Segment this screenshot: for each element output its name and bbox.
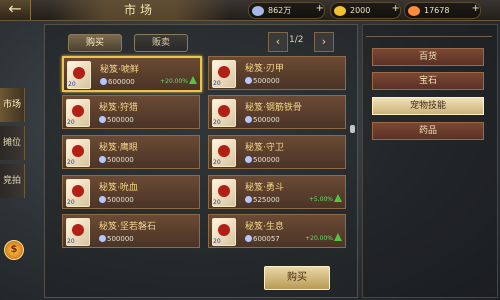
gold-coin-icon — [334, 5, 346, 16]
item-price-change: +5.00% — [308, 196, 333, 203]
item-card[interactable]: 20 秘笈·坚若磐石 500000 — [62, 214, 200, 248]
item-price: 500000 — [107, 235, 134, 243]
tab-buy[interactable]: 购买 — [68, 34, 122, 52]
item-name: 秘笈·守卫 — [245, 143, 284, 153]
gold-amount: 2000 — [350, 6, 371, 15]
item-price: 500000 — [107, 196, 134, 204]
skill-book-icon: 20 — [66, 218, 90, 246]
item-price: 500000 — [253, 116, 280, 124]
side-tab-stall[interactable]: 摊位 — [0, 126, 25, 160]
ingot-currency: 17678 + — [404, 2, 481, 19]
side-tab-market[interactable]: 市场 — [0, 88, 25, 122]
silver-coin-icon — [252, 5, 264, 16]
item-price: 525000 — [253, 196, 280, 204]
item-name: 秘笈·钢筋铁骨 — [245, 103, 302, 113]
silver-coin-icon — [99, 196, 106, 203]
skill-book-icon: 20 — [66, 179, 90, 207]
ingot-icon — [408, 5, 420, 16]
item-name: 秘笈·坚若磐石 — [99, 222, 156, 232]
silver-coin-icon — [245, 77, 252, 84]
silver-coin-icon — [99, 116, 106, 123]
item-card[interactable]: 20 秘笈·狩猎 500000 — [62, 95, 200, 129]
item-card[interactable]: 20 秘笈·生息 600057 +20.00% — [208, 214, 346, 248]
skill-book-icon: 20 — [212, 218, 236, 246]
item-name: 秘笈·鹰眼 — [99, 143, 138, 153]
side-tab-bar: 市场 摊位 竞拍 — [0, 88, 25, 202]
category-general-goods[interactable]: 百货 — [372, 48, 484, 66]
silver-coin-icon — [245, 235, 252, 242]
page-title: 市场 — [50, 0, 230, 20]
skill-book-icon: 20 — [212, 179, 236, 207]
item-card[interactable]: 20 秘笈·鹰眼 500000 — [62, 135, 200, 169]
skill-book-icon: 20 — [212, 99, 236, 127]
side-tab-auction[interactable]: 竞拍 — [0, 164, 25, 198]
back-arrow-icon[interactable]: ← — [0, 0, 31, 20]
item-name: 秘笈·生息 — [245, 222, 284, 232]
item-price-change: +20.00% — [305, 235, 333, 242]
item-card[interactable]: 20 秘笈·吮血 500000 — [62, 175, 200, 209]
item-card[interactable]: 20 秘笈·刃甲 500000 — [208, 56, 346, 90]
skill-book-icon: 20 — [66, 139, 90, 167]
category-panel-header — [366, 26, 492, 37]
item-price: 500000 — [107, 156, 134, 164]
silver-coin-icon — [99, 156, 106, 163]
item-name: 秘笈·唬鲜 — [100, 65, 139, 75]
item-card[interactable]: 20 秘笈·钢筋铁骨 500000 — [208, 95, 346, 129]
page-indicator: 1/2 — [289, 35, 304, 45]
item-card[interactable]: 20 秘笈·守卫 500000 — [208, 135, 346, 169]
category-gems[interactable]: 宝石 — [372, 72, 484, 90]
skill-book-icon: 20 — [66, 99, 90, 127]
item-name: 秘笈·勇斗 — [245, 183, 284, 193]
silver-coin-icon — [245, 156, 252, 163]
up-arrow-icon — [189, 76, 197, 84]
ingot-amount: 17678 — [424, 6, 450, 15]
item-name: 秘笈·狩猎 — [99, 103, 138, 113]
silver-amount: 862万 — [268, 6, 292, 15]
item-name: 秘笈·吮血 — [99, 183, 138, 193]
prev-page-button[interactable]: ‹ — [268, 32, 288, 52]
item-price-change: +20.00% — [160, 78, 188, 85]
category-pet-skills[interactable]: 宠物技能 — [372, 97, 484, 115]
silver-coin-icon — [245, 196, 252, 203]
category-medicine[interactable]: 药品 — [372, 122, 484, 140]
silver-coin-icon — [100, 78, 107, 85]
up-arrow-icon — [334, 194, 342, 202]
gold-currency: 2000 + — [330, 2, 401, 19]
next-page-button[interactable]: › — [314, 32, 334, 52]
silver-coin-icon — [99, 235, 106, 242]
skill-book-icon: 20 — [212, 60, 236, 88]
item-price: 600000 — [108, 78, 135, 86]
silver-currency: 862万 + — [248, 2, 325, 19]
up-arrow-icon — [334, 233, 342, 241]
tab-sell[interactable]: 贩卖 — [134, 34, 188, 52]
silver-coin-icon — [245, 116, 252, 123]
item-price: 600057 — [253, 235, 280, 243]
panel-divider-handle[interactable] — [350, 125, 355, 133]
item-price: 500000 — [253, 156, 280, 164]
buy-button[interactable]: 购买 — [264, 266, 330, 290]
item-card[interactable]: 20 秘笈·勇斗 525000 +5.00% — [208, 175, 346, 209]
coin-icon[interactable]: $ — [4, 240, 24, 260]
item-price: 500000 — [107, 116, 134, 124]
item-card[interactable]: 20 秘笈·唬鲜 600000 +20.00% — [62, 56, 202, 92]
skill-book-icon: 20 — [67, 61, 91, 89]
item-price: 500000 — [253, 77, 280, 85]
skill-book-icon: 20 — [212, 139, 236, 167]
item-name: 秘笈·刃甲 — [245, 64, 284, 74]
